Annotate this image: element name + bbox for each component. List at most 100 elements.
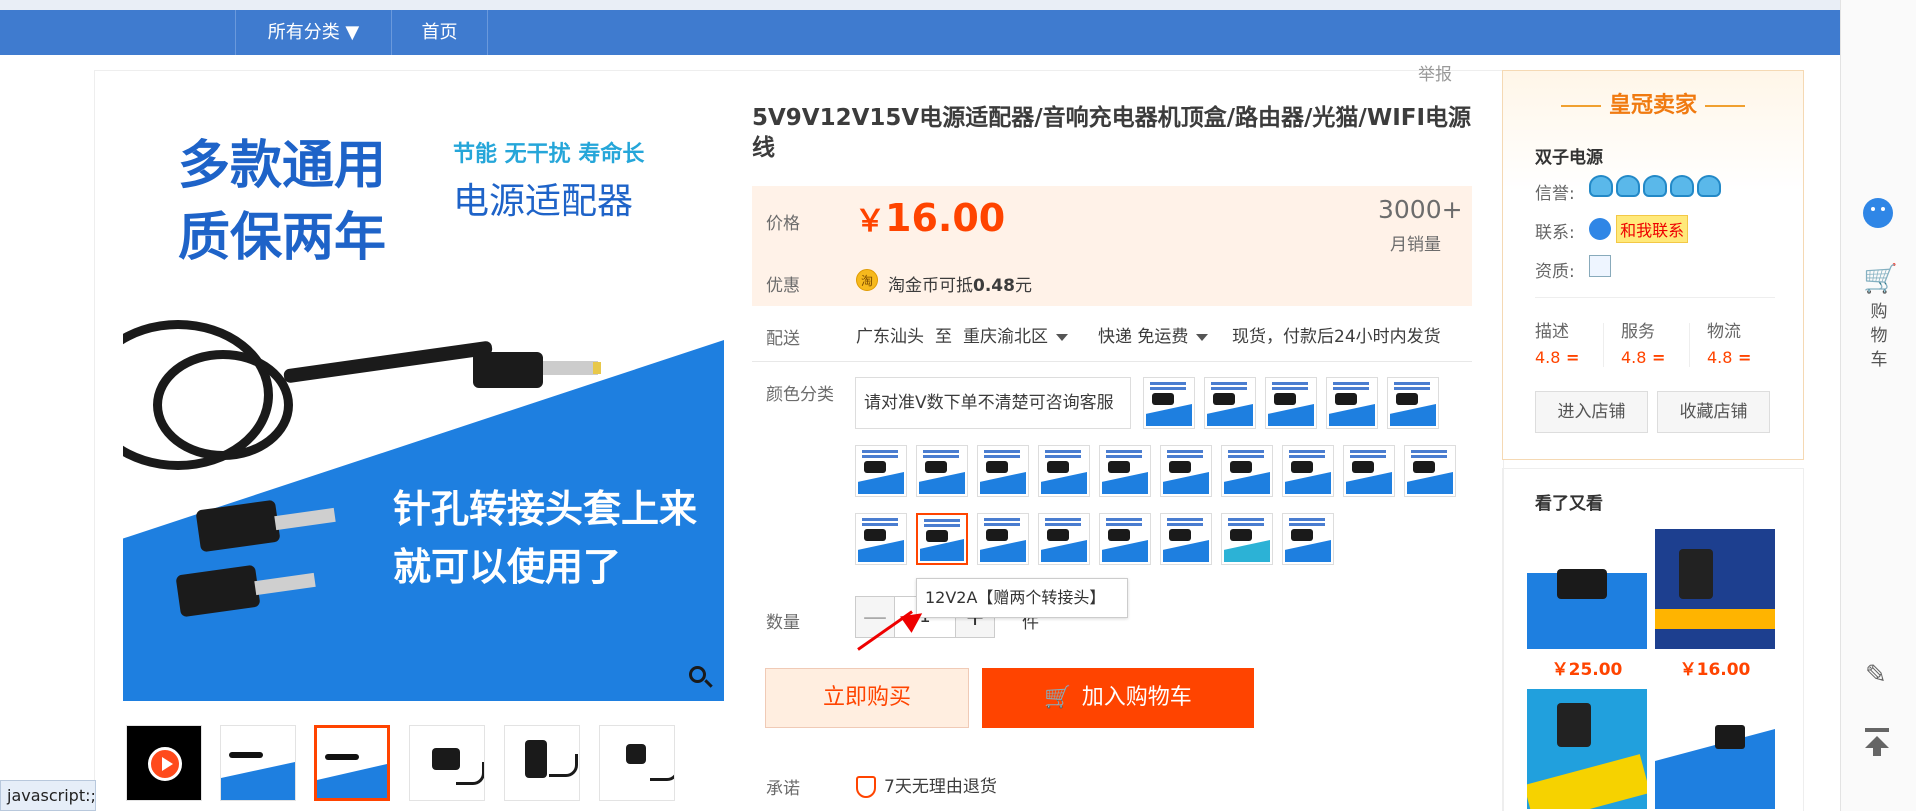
thumbnail-1[interactable] bbox=[220, 725, 296, 801]
color-swatch[interactable] bbox=[977, 513, 1029, 565]
divider bbox=[1535, 297, 1775, 298]
color-swatch[interactable] bbox=[977, 445, 1029, 497]
recommend-panel: 看了又看 ￥25.00 ￥16.00 bbox=[1502, 468, 1804, 811]
sidebar-cart-label[interactable]: 购物车 bbox=[1869, 300, 1889, 372]
color-swatch[interactable] bbox=[1221, 445, 1273, 497]
image-subtitle: 电源适配器 bbox=[453, 181, 634, 222]
shield-icon bbox=[856, 776, 876, 798]
shipping-label: 配送 bbox=[766, 329, 800, 349]
image-headline-2: 质保两年 bbox=[178, 208, 387, 268]
image-headline-1: 多款通用 bbox=[178, 136, 387, 196]
rating-value: 4.8 bbox=[1621, 348, 1665, 367]
recommend-item-price[interactable]: ￥25.00 bbox=[1527, 655, 1647, 680]
express-selector[interactable]: 快递 免运费 bbox=[1098, 322, 1209, 347]
color-swatch[interactable] bbox=[1160, 445, 1212, 497]
color-swatch[interactable] bbox=[855, 445, 907, 497]
dc-plug-pin bbox=[593, 362, 601, 374]
thumbnail-2-selected[interactable] bbox=[314, 725, 390, 801]
divider bbox=[1689, 323, 1690, 367]
main-product-image[interactable]: 多款通用 质保两年 节能 无干扰 寿命长 电源适配器 针孔转接头套上来 就可以使… bbox=[123, 90, 724, 701]
color-swatch-selected[interactable] bbox=[916, 513, 968, 565]
color-swatch[interactable] bbox=[1343, 445, 1395, 497]
divider bbox=[752, 361, 1472, 362]
currency-symbol: ￥ bbox=[855, 204, 885, 239]
seller-panel: 皇冠卖家 双子电源 信誉: 联系: 和我联系 资质: 描述 4.8 服务 4.8 物… bbox=[1502, 70, 1804, 460]
recommend-title: 看了又看 bbox=[1535, 494, 1603, 514]
all-categories-menu[interactable]: 所有分类 ▼ bbox=[235, 10, 392, 55]
color-swatch[interactable] bbox=[1265, 377, 1317, 429]
ship-to-selector[interactable]: 重庆渝北区 bbox=[963, 322, 1068, 347]
promo-suffix: 元 bbox=[1014, 276, 1032, 296]
promo-amount: 0.48 bbox=[973, 276, 1015, 296]
color-swatch[interactable] bbox=[1326, 377, 1378, 429]
image-bottom-line-2: 就可以使用了 bbox=[393, 545, 622, 589]
recommend-item-image[interactable] bbox=[1655, 529, 1775, 649]
color-swatch[interactable] bbox=[1282, 513, 1334, 565]
contact-label: 联系: bbox=[1535, 223, 1575, 243]
recommend-item-image[interactable] bbox=[1527, 689, 1647, 809]
thumbnail-video[interactable] bbox=[126, 725, 202, 801]
quantity-minus-button[interactable]: — bbox=[855, 596, 895, 638]
color-swatch[interactable] bbox=[1099, 513, 1151, 565]
thumbnail-3[interactable] bbox=[409, 725, 485, 801]
wangwang-icon bbox=[1589, 218, 1611, 240]
status-bar-url: javascript:; bbox=[0, 780, 96, 811]
promise-item: 7天无理由退货 bbox=[856, 772, 997, 798]
buy-now-button[interactable]: 立即购买 bbox=[765, 668, 969, 728]
color-swatch[interactable] bbox=[1221, 513, 1273, 565]
promo-text: 淘金币可抵0.48元 bbox=[888, 271, 1032, 296]
favorite-shop-button[interactable]: 收藏店铺 bbox=[1657, 391, 1770, 433]
recommend-item-image[interactable] bbox=[1655, 689, 1775, 809]
rating-description: 描述 4.8 bbox=[1535, 317, 1579, 367]
color-swatch[interactable] bbox=[1143, 377, 1195, 429]
delivery-note: 现货，付款后24小时内发货 bbox=[1232, 327, 1441, 347]
color-option-text[interactable]: 请对准V数下单不清楚可咨询客服 bbox=[855, 377, 1131, 429]
cart-icon: 🛒 bbox=[1044, 685, 1072, 710]
recommend-item-price[interactable]: ￥16.00 bbox=[1655, 655, 1775, 680]
color-swatch[interactable] bbox=[855, 513, 907, 565]
zoom-icon[interactable] bbox=[688, 665, 714, 691]
back-to-top-icon[interactable] bbox=[1863, 728, 1891, 756]
image-bottom-line-1: 针孔转接头套上来 bbox=[393, 487, 698, 531]
promise-label: 承诺 bbox=[766, 779, 800, 799]
recommend-item-image[interactable] bbox=[1527, 529, 1647, 649]
browser-top-strip bbox=[0, 0, 1916, 10]
color-swatch[interactable] bbox=[916, 445, 968, 497]
shop-name[interactable]: 双子电源 bbox=[1535, 143, 1603, 168]
color-swatch[interactable] bbox=[1160, 513, 1212, 565]
color-swatch[interactable] bbox=[1282, 445, 1334, 497]
add-to-cart-label: 加入购物车 bbox=[1081, 685, 1192, 710]
color-swatch[interactable] bbox=[1387, 377, 1439, 429]
ship-to-text: 重庆渝北区 bbox=[963, 327, 1048, 347]
enter-shop-button[interactable]: 进入店铺 bbox=[1535, 391, 1648, 433]
quantity-label: 数量 bbox=[766, 613, 800, 633]
color-swatch[interactable] bbox=[1099, 445, 1151, 497]
image-headline: 多款通用 质保两年 bbox=[178, 130, 386, 274]
cart-icon[interactable]: 🛒 bbox=[1863, 262, 1898, 295]
promise-text: 7天无理由退货 bbox=[884, 777, 997, 797]
play-icon bbox=[148, 747, 182, 781]
add-to-cart-button[interactable]: 🛒 加入购物车 bbox=[982, 668, 1254, 728]
nav-home-link[interactable]: 首页 bbox=[392, 10, 488, 55]
report-link[interactable]: 举报 bbox=[1418, 60, 1452, 85]
color-swatch[interactable] bbox=[1038, 513, 1090, 565]
color-swatch[interactable] bbox=[1038, 445, 1090, 497]
edit-icon[interactable]: ✎ bbox=[1865, 660, 1887, 690]
rating-logistics: 物流 4.8 bbox=[1707, 317, 1751, 367]
contact-seller-button[interactable]: 和我联系 bbox=[1589, 215, 1689, 243]
price-amount: 16.00 bbox=[885, 196, 1006, 240]
chevron-down-icon bbox=[1056, 333, 1068, 341]
rating-label: 服务 bbox=[1621, 322, 1655, 342]
chat-bubble-icon[interactable] bbox=[1863, 198, 1893, 228]
dc-plug-tip bbox=[543, 361, 598, 375]
right-toolbar: 🛒 购物车 ✎ bbox=[1840, 0, 1916, 811]
credit-crown-icons bbox=[1589, 175, 1724, 201]
license-icon[interactable] bbox=[1589, 255, 1611, 277]
promo-label: 优惠 bbox=[766, 276, 800, 296]
thumbnail-4[interactable] bbox=[504, 725, 580, 801]
color-swatch[interactable] bbox=[1404, 445, 1456, 497]
color-swatch[interactable] bbox=[1204, 377, 1256, 429]
monthly-sales-label: 月销量 bbox=[1390, 235, 1441, 255]
chevron-down-icon bbox=[1196, 333, 1209, 341]
thumbnail-5[interactable] bbox=[599, 725, 675, 801]
